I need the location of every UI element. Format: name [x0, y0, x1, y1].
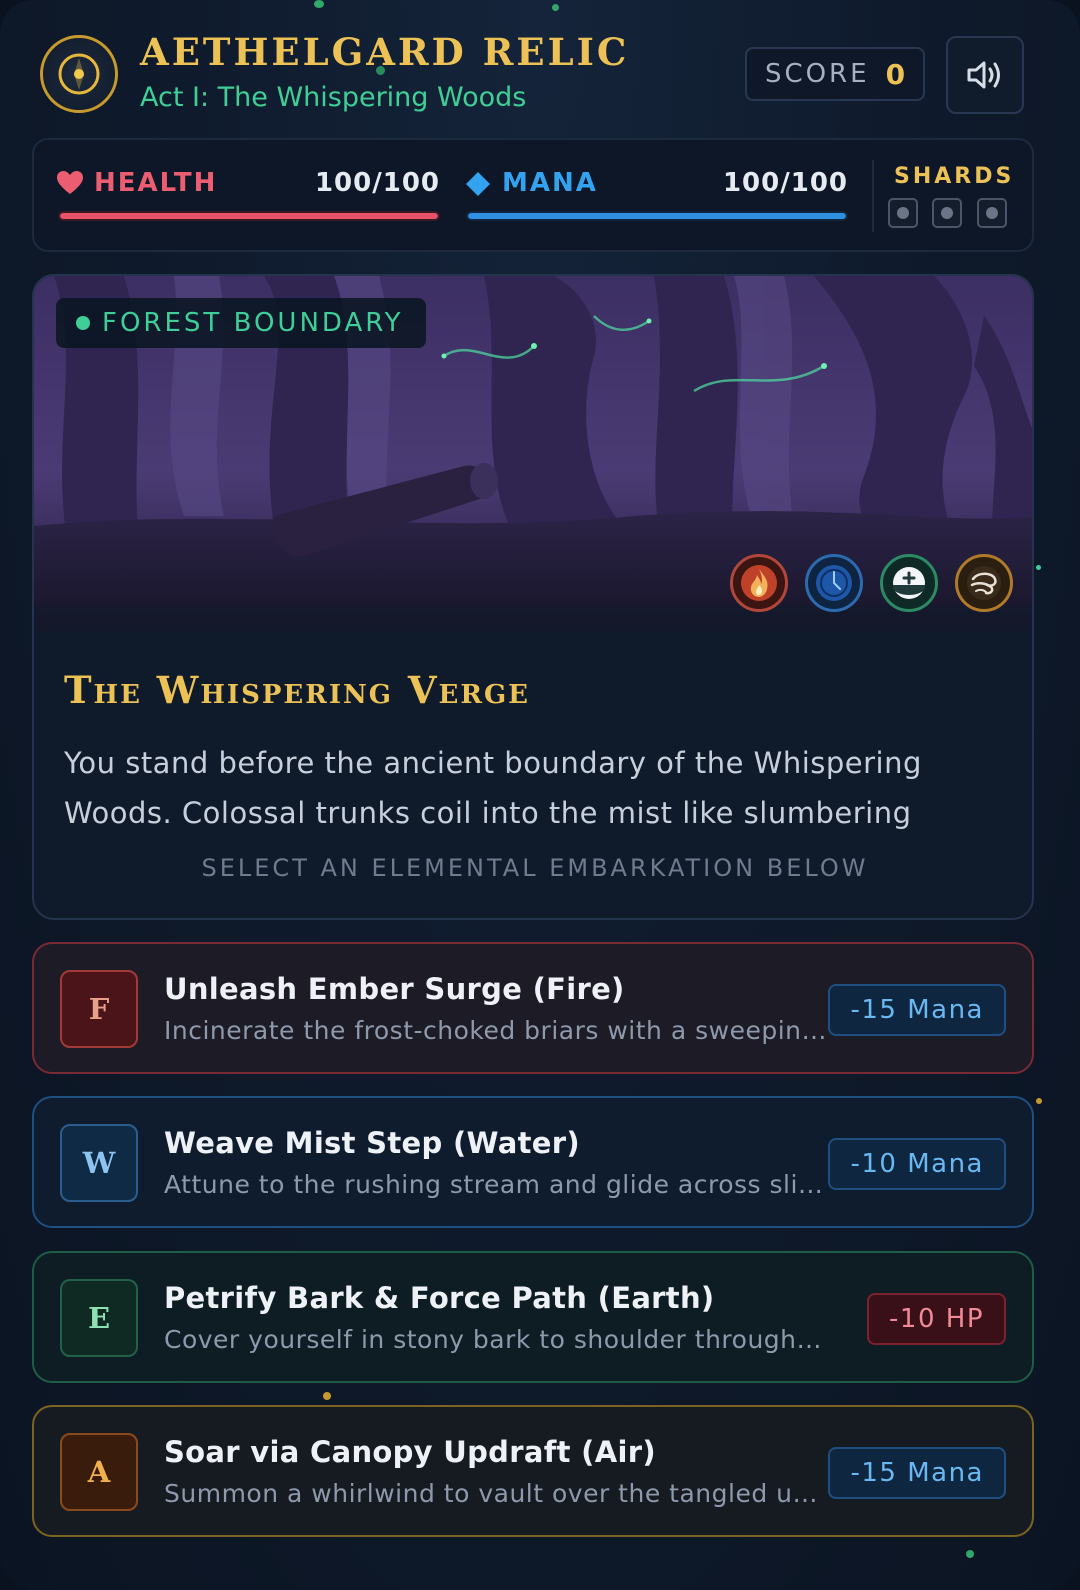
shard-slot [977, 198, 1007, 228]
score-display: SCORE 0 [745, 47, 925, 101]
choice-title: Petrify Bark & Force Path (Earth) [164, 1281, 715, 1315]
shard-slot [932, 198, 962, 228]
game-title: AETHELGARD RELIC [140, 30, 630, 74]
particle [1036, 1098, 1042, 1104]
health-bar-fill [60, 213, 438, 219]
mana-label: MANA [502, 168, 598, 198]
score-label: SCORE [764, 59, 870, 89]
health-value: 100/100 [314, 168, 440, 198]
stats-divider [872, 160, 874, 232]
choice-air[interactable]: A Soar via Canopy Updraft (Air) Summon a… [32, 1405, 1034, 1537]
choice-key-badge: W [60, 1124, 138, 1202]
diamond-icon [466, 172, 490, 196]
selection-prompt: SELECT AN ELEMENTAL EMBARKATION BELOW [201, 854, 869, 882]
stats-panel: HEALTH 100/100 MANA 100/100 SHARDS [32, 138, 1034, 252]
health-label: HEALTH [94, 168, 218, 198]
particle [966, 1550, 974, 1558]
choice-water[interactable]: W Weave Mist Step (Water) Attune to the … [32, 1096, 1034, 1228]
particle [323, 1392, 331, 1400]
earth-icon [880, 554, 938, 612]
choice-description: Incinerate the frost-choked briars with … [164, 1016, 828, 1045]
heart-icon [57, 171, 83, 194]
choice-description: Summon a whirlwind to vault over the tan… [164, 1479, 828, 1508]
choice-fire[interactable]: F Unleash Ember Surge (Fire) Incinerate … [32, 942, 1034, 1074]
choice-description: Attune to the rushing stream and glide a… [164, 1170, 828, 1199]
mana-value: 100/100 [722, 168, 848, 198]
shards-label: SHARDS [894, 164, 1015, 189]
choice-cost-badge: -15 Mana [828, 1447, 1006, 1499]
mana-bar-fill [468, 213, 846, 219]
particle [314, 0, 324, 8]
choice-key-badge: F [60, 970, 138, 1048]
choice-title: Soar via Canopy Updraft (Air) [164, 1435, 656, 1469]
choice-title: Weave Mist Step (Water) [164, 1126, 580, 1160]
water-icon [805, 554, 863, 612]
mana-bar [466, 211, 848, 221]
choice-title: Unleash Ember Surge (Fire) [164, 972, 625, 1006]
location-badge: FOREST BOUNDARY [56, 298, 426, 348]
speaker-icon [967, 61, 1000, 89]
scene-title: The Whispering Verge [64, 668, 530, 712]
location-label: FOREST BOUNDARY [102, 308, 404, 338]
choice-cost-badge: -10 HP [867, 1293, 1006, 1345]
scene-description: You stand before the ancient boundary of… [64, 746, 922, 830]
fire-icon [730, 554, 788, 612]
scene-card: FOREST BOUNDARY The Whispering Verge You… [32, 274, 1034, 920]
location-indicator-dot [76, 316, 90, 330]
choice-cost-badge: -10 Mana [828, 1138, 1006, 1190]
air-icon [955, 554, 1013, 612]
choice-cost-badge: -15 Mana [828, 984, 1006, 1036]
choice-description: Cover yourself in stony bark to shoulder… [164, 1325, 828, 1354]
choice-key-badge: E [60, 1279, 138, 1357]
act-subtitle: Act I: The Whispering Woods [140, 82, 527, 113]
particle [552, 4, 559, 11]
shard-slot [888, 198, 918, 228]
choice-key-badge: A [60, 1433, 138, 1511]
game-frame: AETHELGARD RELIC Act I: The Whispering W… [0, 0, 1080, 1590]
particle [1036, 565, 1041, 570]
choice-earth[interactable]: E Petrify Bark & Force Path (Earth) Cove… [32, 1251, 1034, 1383]
sound-toggle-button[interactable] [946, 36, 1024, 114]
health-bar [58, 211, 440, 221]
compass-emblem-icon [40, 35, 118, 113]
score-value: 0 [885, 57, 906, 91]
